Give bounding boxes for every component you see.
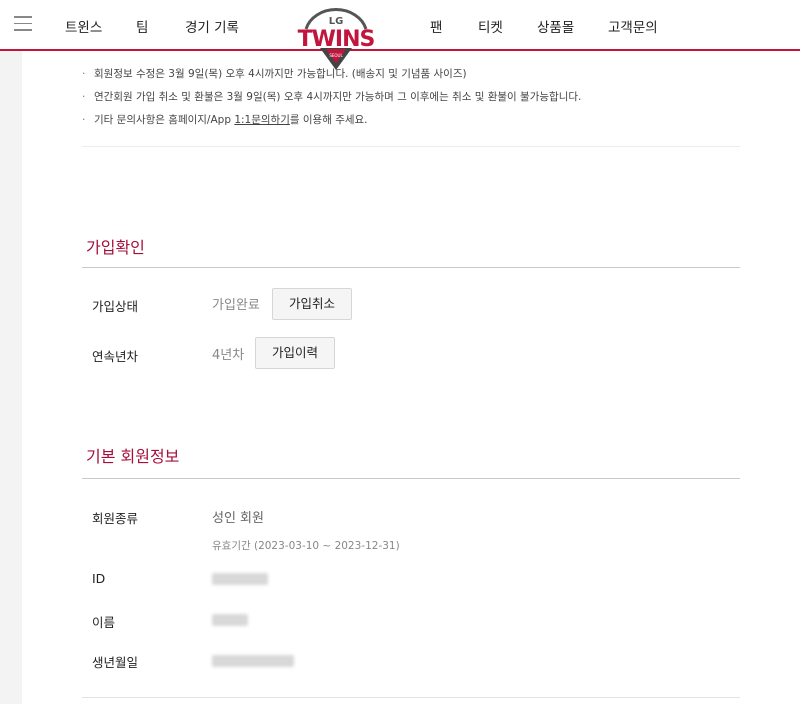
nav-item-twins[interactable]: 트윈스 [65,16,102,36]
nav-item-customer-inquiry[interactable]: 고객문의 [608,16,658,36]
nav-item-team[interactable]: 팀 [136,16,148,36]
section-divider [82,478,740,479]
birth-date-value-blurred [212,655,294,667]
name-label: 이름 [92,615,116,630]
validity-period: 유효기간 (2023-03-10 ~ 2023-12-31) [212,540,400,552]
membership-history-button[interactable]: 가입이력 [255,337,336,369]
nav-item-ticket[interactable]: 티켓 [478,16,503,36]
top-header: 트윈스 팀 경기 기록 LG TWINS SEOUL 팬 티켓 상품몰 고객문의 [0,0,800,70]
section-divider [82,697,740,698]
cancel-membership-button[interactable]: 가입취소 [272,288,353,320]
id-label: ID [92,571,106,586]
notice-text-suffix: 를 이용해 주세요. [289,114,368,126]
logo-seoul-text: SEOUL [329,53,343,58]
divider [82,146,740,147]
logo-twins-text: TWINS [298,27,375,52]
logo-lg-text: LG [329,16,344,27]
consecutive-years-value: 4년차 [212,348,245,363]
join-status-label: 가입상태 [92,299,139,314]
notice-text: 연간회원 가입 취소 및 환불은 3월 9일(목) 오후 4시까지만 가능하며 … [94,91,582,103]
page: 트윈스 팀 경기 기록 LG TWINS SEOUL 팬 티켓 상품몰 고객문의… [0,0,800,704]
basic-info-title: 기본 회원정보 [86,447,180,466]
lg-twins-logo[interactable]: LG TWINS SEOUL [290,2,382,72]
member-type-label: 회원종류 [92,511,139,526]
nav-item-fan[interactable]: 팬 [430,16,442,36]
hamburger-menu-icon[interactable] [14,16,32,32]
id-value-blurred [212,573,268,585]
join-status-value: 가입완료 [212,298,260,313]
name-value-blurred [212,614,248,626]
nav-item-game-records[interactable]: 경기 기록 [185,16,239,36]
bullet-icon: · [82,91,86,103]
section-divider [82,267,740,268]
notice-text: 회원정보 수정은 3월 9일(목) 오후 4시까지만 가능합니다. (배송지 및… [94,68,467,80]
notice-item: · 기타 문의사항은 홈페이지/App 1:1문의하기를 이용해 주세요. [82,112,742,135]
notice-item: · 연간회원 가입 취소 및 환불은 3월 9일(목) 오후 4시까지만 가능하… [82,89,742,112]
notice-text-prefix: 기타 문의사항은 홈페이지/App [94,114,235,126]
bullet-icon: · [82,114,86,126]
bullet-icon: · [82,68,86,80]
join-confirm-title: 가입확인 [86,238,145,257]
inquiry-link[interactable]: 1:1문의하기 [234,114,290,126]
consecutive-years-label: 연속년차 [92,349,139,364]
nav-item-shop[interactable]: 상품몰 [537,16,574,36]
birth-date-label: 생년월일 [92,655,139,670]
member-type-value: 성인 회원 [212,511,264,526]
side-strip [0,51,22,704]
notice-item: · 회원정보 수정은 3월 9일(목) 오후 4시까지만 가능합니다. (배송지… [82,66,742,89]
notice-list: · 회원정보 수정은 3월 9일(목) 오후 4시까지만 가능합니다. (배송지… [82,66,742,135]
